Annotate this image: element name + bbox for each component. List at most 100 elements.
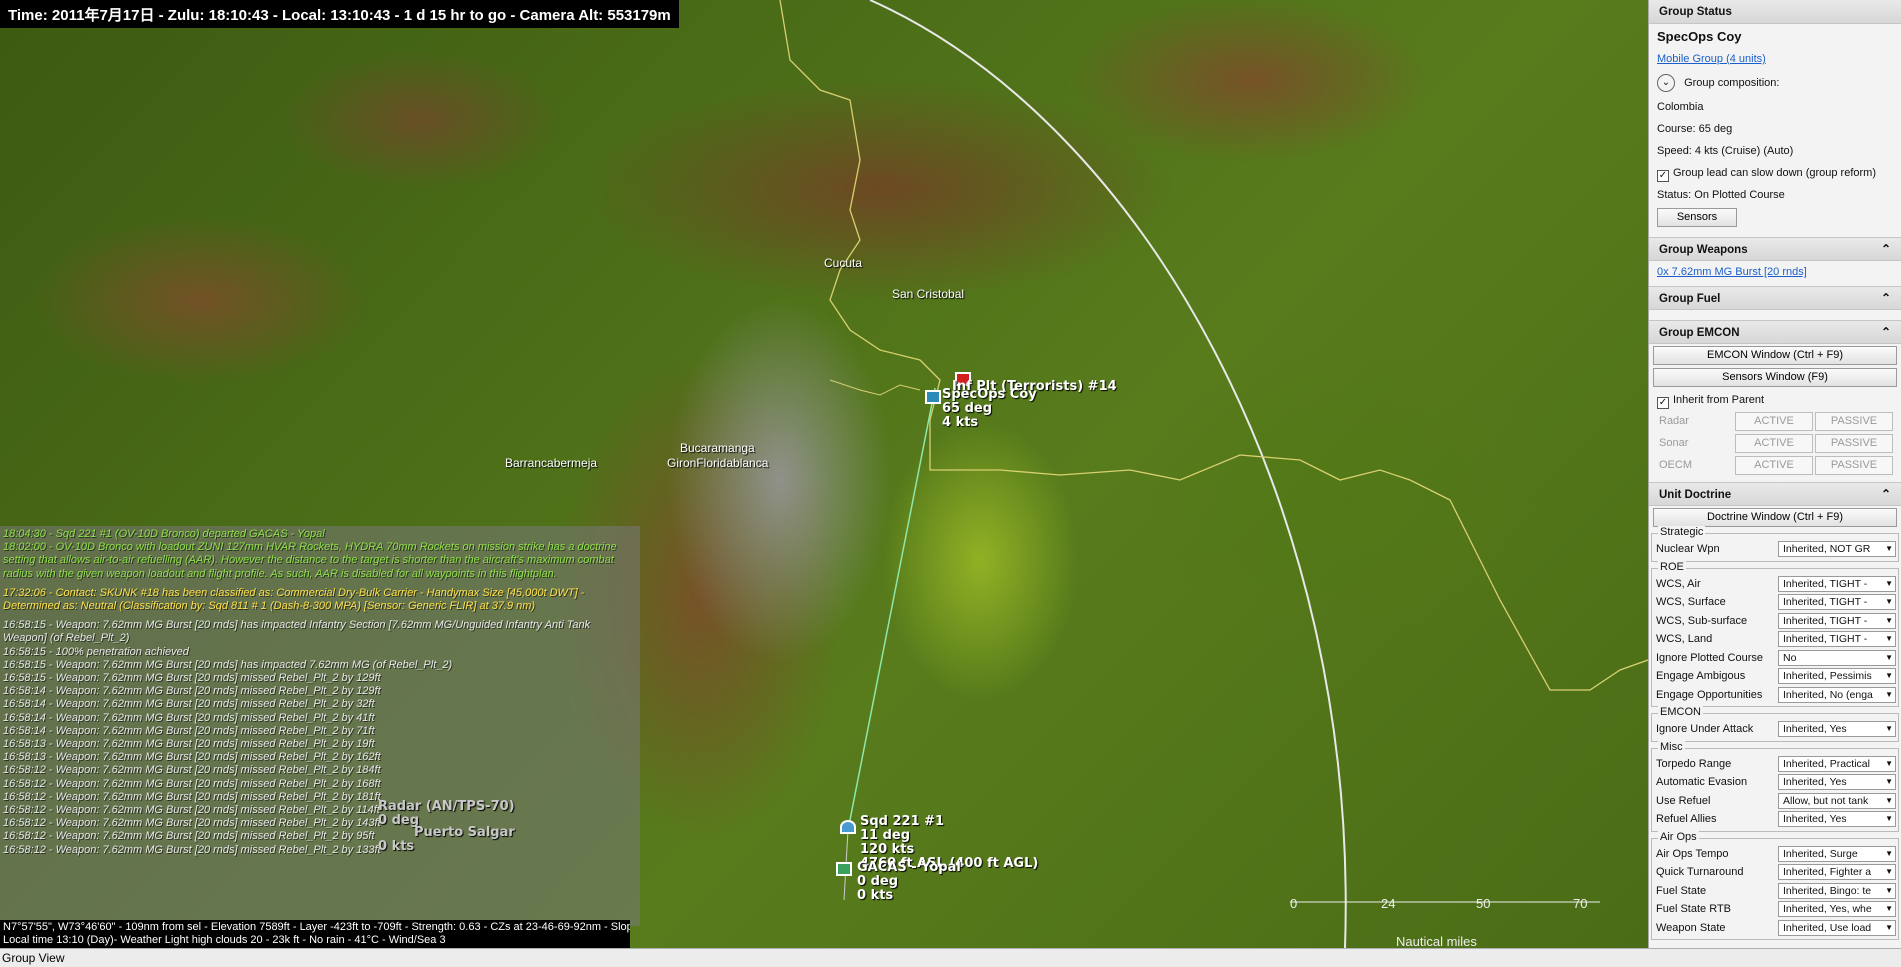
city-label[interactable]: Barrancabermeja — [505, 456, 597, 470]
chevron-down-icon[interactable]: ▼ — [1885, 794, 1893, 808]
city-label[interactable]: Bucaramanga — [680, 441, 755, 455]
group-fuel-header[interactable]: Group Fuel ⌃ — [1649, 286, 1901, 310]
doctrine-dropdown[interactable]: Inherited, Bingo: te ▼ — [1778, 882, 1896, 899]
sonar-active-button[interactable]: ACTIVE — [1735, 434, 1813, 453]
doctrine-value: Inherited, TIGHT - — [1783, 614, 1868, 627]
doctrine-dropdown[interactable]: Allow, but not tank ▼ — [1778, 792, 1896, 809]
chevron-down-icon[interactable]: ▼ — [1885, 632, 1893, 646]
doctrine-value: Inherited, TIGHT - — [1783, 633, 1868, 645]
doctrine-dropdown[interactable]: Inherited, TIGHT - ▼ — [1778, 631, 1896, 647]
chevron-down-icon[interactable]: ▼ — [1885, 542, 1893, 556]
emcon-row-radar: Radar ACTIVE PASSIVE — [1653, 410, 1897, 432]
city-label[interactable]: San Cristobal — [892, 287, 964, 301]
doctrine-row: Use Refuel Allow, but not tank ▼ — [1654, 792, 1896, 811]
airbase-icon[interactable] — [836, 862, 852, 876]
chevron-down-icon[interactable]: ▼ — [1885, 595, 1893, 609]
doctrine-row: WCS, Air Inherited, TIGHT - ▼ — [1654, 575, 1896, 594]
collapse-icon[interactable]: ⌃ — [1881, 487, 1891, 501]
chevron-down-icon[interactable]: ▼ — [1885, 884, 1893, 898]
log-message: 16:58:12 - Weapon: 7.62mm MG Burst [20 r… — [3, 777, 381, 790]
doctrine-row: WCS, Surface Inherited, TIGHT - ▼ — [1654, 593, 1896, 612]
emcon-window-button[interactable]: EMCON Window (Ctrl + F9) — [1653, 346, 1897, 365]
collapse-icon[interactable]: ⌃ — [1881, 291, 1891, 305]
chevron-down-icon[interactable]: ▼ — [1885, 812, 1893, 826]
radar-active-button[interactable]: ACTIVE — [1735, 412, 1813, 431]
weapon-link[interactable]: 0x 7.62mm MG Burst [20 rnds] — [1657, 266, 1893, 278]
doctrine-dropdown[interactable]: Inherited, Fighter a ▼ — [1778, 864, 1896, 880]
airbase-label[interactable]: GACAS - Yopal 0 deg 0 kts — [857, 861, 961, 903]
country-text: Colombia — [1657, 101, 1704, 113]
log-message: 16:58:12 - Weapon: 7.62mm MG Burst [20 r… — [3, 843, 381, 856]
doctrine-dropdown[interactable]: Inherited, TIGHT - ▼ — [1778, 575, 1896, 592]
chevron-down-icon[interactable]: ▼ — [1885, 775, 1893, 789]
map-view[interactable]: Time: 2011年7月17日 - Zulu: 18:10:43 - Loca… — [0, 0, 1648, 948]
chevron-down-icon[interactable]: ▼ — [1885, 902, 1893, 916]
sensors-button[interactable]: Sensors — [1657, 208, 1737, 227]
doctrine-label: Fuel State — [1656, 884, 1707, 897]
doctrine-value: Inherited, TIGHT - — [1783, 596, 1868, 608]
chevron-down-icon[interactable]: ▼ — [1885, 614, 1893, 628]
chevron-down-icon[interactable]: ▼ — [1885, 722, 1893, 736]
chevron-down-icon[interactable]: ▼ — [1885, 865, 1893, 879]
group-status-header[interactable]: Group Status — [1649, 0, 1901, 24]
unit-doctrine-header[interactable]: Unit Doctrine ⌃ — [1649, 482, 1901, 506]
doctrine-dropdown[interactable]: Inherited, TIGHT - ▼ — [1778, 612, 1896, 629]
doctrine-group: ROE WCS, Air Inherited, TIGHT - ▼ WCS, Surfa… — [1651, 560, 1899, 707]
chevron-down-icon[interactable]: ▼ — [1885, 757, 1893, 771]
doctrine-value: Inherited, TIGHT - — [1783, 577, 1868, 590]
checkmark-icon[interactable]: ✓ — [1657, 397, 1669, 409]
doctrine-value: Inherited, Yes — [1783, 813, 1847, 825]
oecm-active-button[interactable]: ACTIVE — [1735, 456, 1813, 475]
doctrine-dropdown[interactable]: Inherited, Yes, whe ▼ — [1778, 901, 1896, 917]
doctrine-dropdown[interactable]: Inherited, Pessimis ▼ — [1778, 668, 1896, 684]
inherit-checkbox-row[interactable]: ✓ Inherit from Parent — [1653, 390, 1897, 410]
sensors-window-button[interactable]: Sensors Window (F9) — [1653, 368, 1897, 387]
doctrine-dropdown[interactable]: No ▼ — [1778, 649, 1896, 666]
specops-unit-icon[interactable] — [925, 390, 941, 404]
radar-passive-button[interactable]: PASSIVE — [1815, 412, 1893, 431]
doctrine-dropdown[interactable]: Inherited, NOT GR ▼ — [1778, 541, 1896, 557]
aircraft-unit-icon[interactable] — [840, 820, 856, 834]
doctrine-row: WCS, Land Inherited, TIGHT - ▼ — [1654, 630, 1896, 649]
doctrine-window-button[interactable]: Doctrine Window (Ctrl + F9) — [1653, 508, 1897, 527]
doctrine-group-legend: Strategic — [1658, 526, 1706, 538]
group-name: SpecOps Coy — [1657, 29, 1742, 44]
checkmark-icon[interactable]: ✓ — [1657, 170, 1669, 182]
oecm-passive-button[interactable]: PASSIVE — [1815, 456, 1893, 475]
chevron-down-icon[interactable]: ▼ — [1885, 688, 1893, 702]
city-label[interactable]: GironFloridablanca — [667, 456, 768, 470]
doctrine-label: Ignore Under Attack — [1656, 723, 1754, 735]
slowdown-checkbox-row[interactable]: ✓ Group lead can slow down (group reform) — [1657, 162, 1893, 184]
doctrine-row: Fuel State Inherited, Bingo: te ▼ — [1654, 882, 1896, 901]
doctrine-dropdown[interactable]: Inherited, Yes ▼ — [1778, 811, 1896, 827]
doctrine-dropdown[interactable]: Inherited, Surge ▼ — [1778, 845, 1896, 862]
chevron-down-icon[interactable]: ▼ — [1885, 921, 1893, 935]
group-link[interactable]: Mobile Group (4 units) — [1657, 48, 1893, 70]
doctrine-dropdown[interactable]: Inherited, Use load ▼ — [1778, 919, 1896, 936]
chevron-down-icon[interactable]: ▼ — [1885, 669, 1893, 683]
doctrine-row: Ignore Plotted Course No ▼ — [1654, 649, 1896, 668]
group-composition-row[interactable]: ⌄ Group composition: — [1657, 70, 1893, 96]
sonar-passive-button[interactable]: PASSIVE — [1815, 434, 1893, 453]
doctrine-dropdown[interactable]: Inherited, Practical ▼ — [1778, 755, 1896, 772]
doctrine-dropdown[interactable]: Inherited, Yes ▼ — [1778, 774, 1896, 790]
collapse-icon[interactable]: ⌃ — [1881, 325, 1891, 339]
scale-tick: 24 — [1381, 896, 1396, 911]
message-log[interactable]: 18:04:30 - Sqd 221 #1 (OV-10D Bronco) de… — [0, 526, 640, 926]
doctrine-dropdown[interactable]: Inherited, TIGHT - ▼ — [1778, 594, 1896, 610]
group-emcon-header[interactable]: Group EMCON ⌃ — [1649, 320, 1901, 344]
chevron-down-icon[interactable]: ▼ — [1885, 847, 1893, 861]
doctrine-dropdown[interactable]: Inherited, No (enga ▼ — [1778, 686, 1896, 703]
group-weapons-header[interactable]: Group Weapons ⌃ — [1649, 237, 1901, 261]
city-label[interactable]: Cucuta — [824, 256, 862, 270]
doctrine-label: Use Refuel — [1656, 794, 1711, 807]
doctrine-dropdown[interactable]: Inherited, Yes ▼ — [1778, 721, 1896, 737]
specops-unit-label[interactable]: SpecOps Coy 65 deg 4 kts — [942, 388, 1037, 430]
chevron-down-icon[interactable]: ⌄ — [1657, 74, 1675, 93]
doctrine-label: Weapon State — [1656, 921, 1726, 934]
chevron-down-icon[interactable]: ▼ — [1885, 651, 1893, 665]
side-panel[interactable]: Group Status SpecOps Coy Mobile Group (4… — [1648, 0, 1901, 948]
chevron-down-icon[interactable]: ▼ — [1885, 577, 1893, 591]
collapse-icon[interactable]: ⌃ — [1881, 242, 1891, 256]
radar-unit-label[interactable]: Radar (AN/TPS-70) 0 deg Puerto Salgar 0 … — [378, 800, 515, 854]
